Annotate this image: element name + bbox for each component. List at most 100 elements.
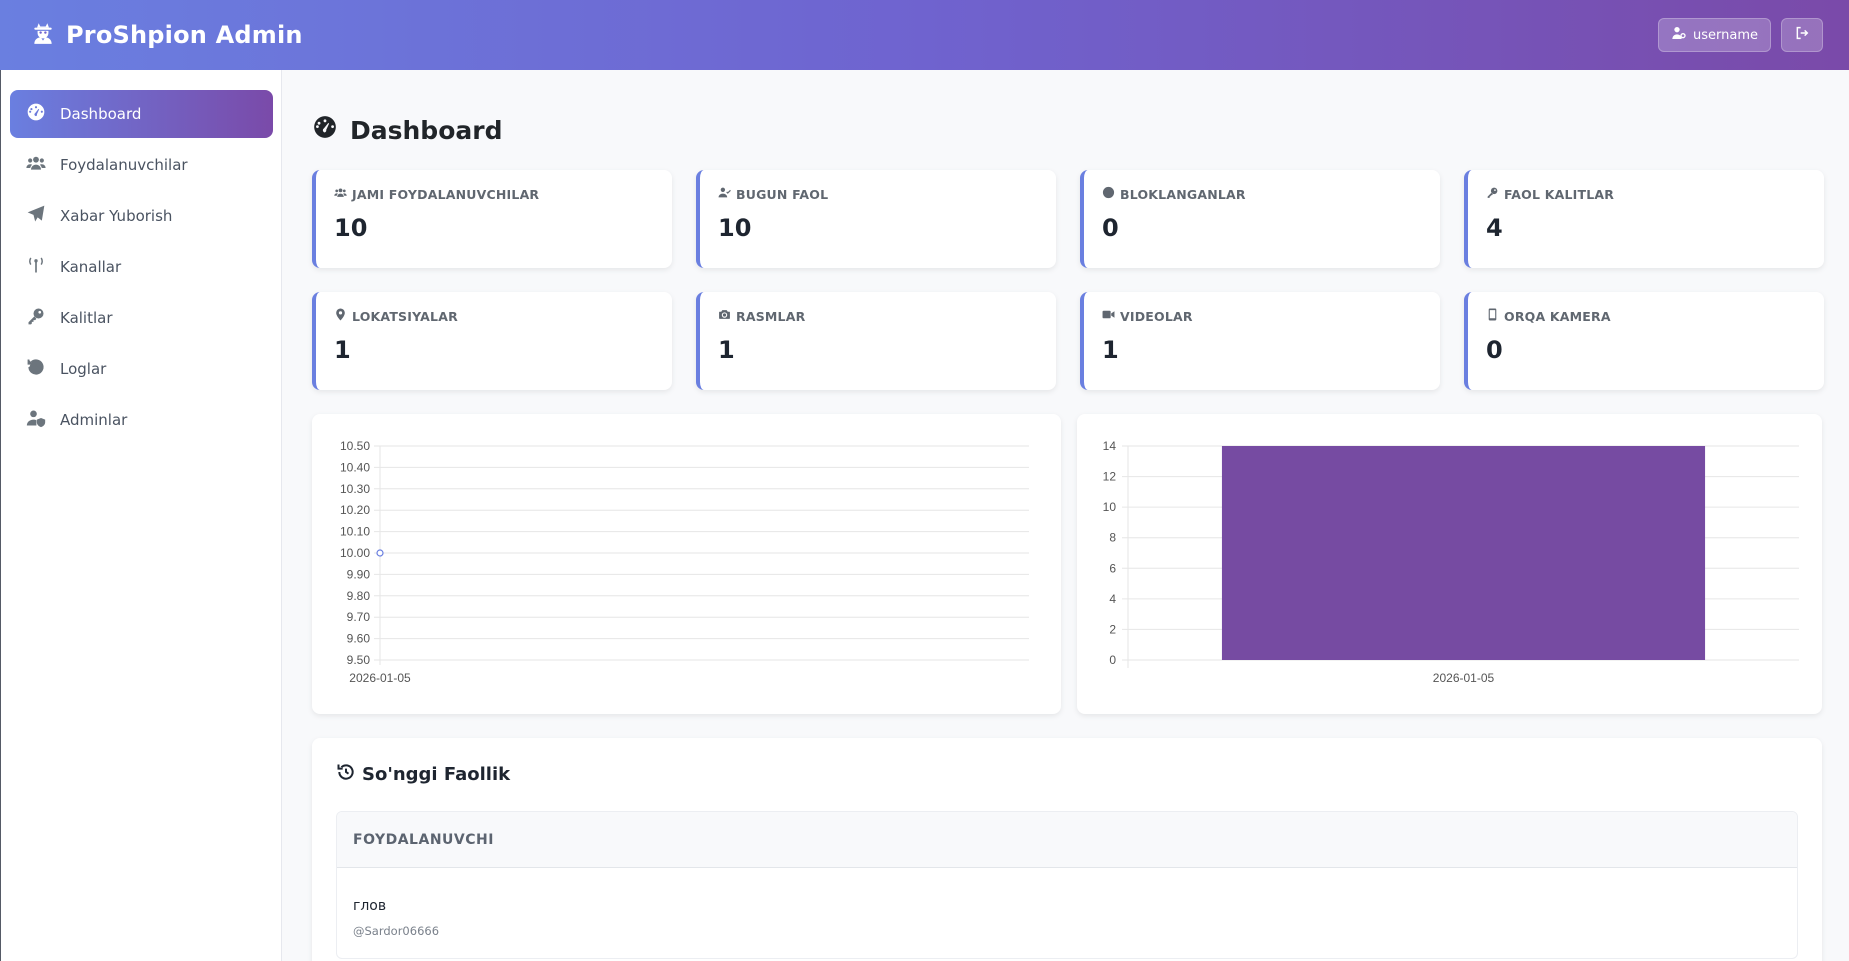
sidebar-item-label: Loglar (60, 360, 107, 378)
y-tick-label: 0 (1109, 653, 1116, 667)
bar-chart-card: 14 12 10 8 6 4 2 0 2026-01-05 (1077, 414, 1822, 714)
bar-chart: 14 12 10 8 6 4 2 0 2026-01-05 (1103, 439, 1799, 685)
stat-value: 1 (1102, 336, 1119, 364)
stat-label: JAMI FOYDALANUVCHILAR (352, 186, 540, 202)
stat-label: BLOKLANGANLAR (1120, 186, 1246, 202)
ban-icon (1102, 186, 1115, 202)
y-tick-label: 6 (1109, 561, 1116, 575)
main-content: Dashboard JAMI FOYDALANUVCHILAR 10 BUGUN… (282, 70, 1849, 961)
activity-title-text: So'nggi Faollik (362, 764, 511, 785)
y-tick-label: 9.50 (347, 653, 371, 667)
sidebar-item-label: Adminlar (60, 411, 128, 429)
column-header-user: FOYDALANUVCHI (337, 812, 1797, 868)
stat-card-active-keys: FAOL KALITLAR 4 (1464, 170, 1824, 268)
row-name: глов (353, 898, 387, 914)
stat-card-active-today: BUGUN FAOL 10 (696, 170, 1056, 268)
key-icon (26, 306, 46, 330)
users-icon (26, 153, 46, 177)
stats-grid: JAMI FOYDALANUVCHILAR 10 BUGUN FAOL 10 B… (312, 170, 1824, 390)
gauge-icon (312, 114, 338, 146)
sidebar-item-adminlar[interactable]: Adminlar (10, 396, 273, 444)
stat-value: 0 (1486, 336, 1503, 364)
sidebar-item-dashboard[interactable]: Dashboard (10, 90, 273, 138)
y-tick-label: 8 (1109, 531, 1116, 545)
stat-value: 0 (1102, 214, 1119, 242)
sidebar-item-label: Xabar Yuborish (60, 207, 173, 225)
stat-label: VIDEOLAR (1120, 308, 1193, 324)
y-tick-label: 9.60 (347, 632, 371, 646)
y-tick-label: 14 (1103, 439, 1117, 453)
user-button[interactable]: username (1658, 18, 1771, 52)
y-tick-label: 4 (1109, 592, 1116, 606)
stat-value: 1 (718, 336, 735, 364)
table-row[interactable]: глов @Sardor06666 (337, 868, 1797, 958)
user-secret-icon (30, 20, 56, 50)
sidebar-item-foydalanuvchilar[interactable]: Foydalanuvchilar (10, 141, 273, 189)
bar (1221, 446, 1706, 660)
top-navbar: ProShpion Admin username (0, 0, 1849, 70)
app-title: ProShpion Admin (66, 21, 303, 49)
brand[interactable]: ProShpion Admin (30, 20, 303, 50)
stat-label: RASMLAR (736, 308, 806, 324)
activity-title: So'nggi Faollik (336, 762, 1798, 787)
map-pin-icon (334, 308, 347, 324)
sidebar-item-label: Kalitlar (60, 309, 113, 327)
y-tick-label: 12 (1103, 470, 1117, 484)
stat-label: LOKATSIYALAR (352, 308, 458, 324)
y-tick-label: 10.10 (340, 525, 370, 539)
x-tick-label: 2026-01-05 (349, 671, 411, 685)
sidebar-item-kanallar[interactable]: Kanallar (10, 243, 273, 291)
activity-table: FOYDALANUVCHI глов @Sardor06666 (336, 811, 1798, 959)
sidebar-item-label: Dashboard (60, 105, 142, 123)
page-title: Dashboard (312, 106, 1822, 154)
stat-value: 4 (1486, 214, 1503, 242)
user-shield-icon (26, 408, 46, 432)
y-tick-label: 10.40 (340, 460, 370, 474)
sign-out-icon (1794, 25, 1810, 45)
recent-activity-panel: So'nggi Faollik FOYDALANUVCHI глов @Sard… (312, 738, 1822, 961)
stat-label: FAOL KALITLAR (1504, 186, 1615, 202)
sidebar-item-label: Kanallar (60, 258, 122, 276)
username-label: username (1693, 27, 1758, 43)
mobile-icon (1486, 308, 1499, 324)
user-check-icon (718, 186, 731, 202)
stat-card-videos: VIDEOLAR 1 (1080, 292, 1440, 390)
stat-value: 1 (334, 336, 351, 364)
camera-icon (718, 308, 731, 324)
key-icon (1486, 186, 1499, 202)
sidebar-item-kalitlar[interactable]: Kalitlar (10, 294, 273, 342)
stat-value: 10 (334, 214, 368, 242)
y-tick-label: 2 (1109, 622, 1116, 636)
sidebar-item-loglar[interactable]: Loglar (10, 345, 273, 393)
stat-label: BUGUN FAOL (736, 186, 829, 202)
y-tick-label: 9.70 (347, 610, 371, 624)
paper-plane-icon (26, 204, 46, 228)
user-cog-icon (1671, 25, 1687, 45)
stat-card-photos: RASMLAR 1 (696, 292, 1056, 390)
page-title-text: Dashboard (350, 115, 503, 145)
stat-card-locations: LOKATSIYALAR 1 (312, 292, 672, 390)
stat-value: 10 (718, 214, 752, 242)
stat-card-back-camera: ORQA KAMERA 0 (1464, 292, 1824, 390)
x-tick-label: 2026-01-05 (1433, 671, 1495, 685)
history-icon (26, 357, 46, 381)
y-tick-label: 10.30 (340, 482, 370, 496)
row-username: @Sardor06666 (353, 924, 440, 938)
stat-card-total-users: JAMI FOYDALANUVCHILAR 10 (312, 170, 672, 268)
y-tick-label: 10.00 (340, 546, 370, 560)
sidebar: Dashboard Foydalanuvchilar Xabar Yuboris… (0, 70, 282, 961)
data-point (376, 549, 384, 557)
stat-card-blocked: BLOKLANGANLAR 0 (1080, 170, 1440, 268)
line-chart: 10.50 10.40 10.30 10.20 10.10 10.00 9.90 9.80 9.… (340, 439, 1029, 685)
sidebar-item-label: Foydalanuvchilar (60, 156, 188, 174)
y-tick-label: 9.80 (347, 589, 371, 603)
y-tick-label: 9.90 (347, 567, 371, 581)
stat-label: ORQA KAMERA (1504, 308, 1611, 324)
broadcast-tower-icon (26, 255, 46, 279)
line-chart-card: 10.50 10.40 10.30 10.20 10.10 10.00 9.90 9.80 9.… (312, 414, 1061, 714)
gauge-icon (26, 102, 46, 126)
video-icon (1102, 308, 1115, 324)
y-tick-label: 10 (1103, 500, 1117, 514)
logout-button[interactable] (1781, 18, 1823, 52)
sidebar-item-xabar-yuborish[interactable]: Xabar Yuborish (10, 192, 273, 240)
